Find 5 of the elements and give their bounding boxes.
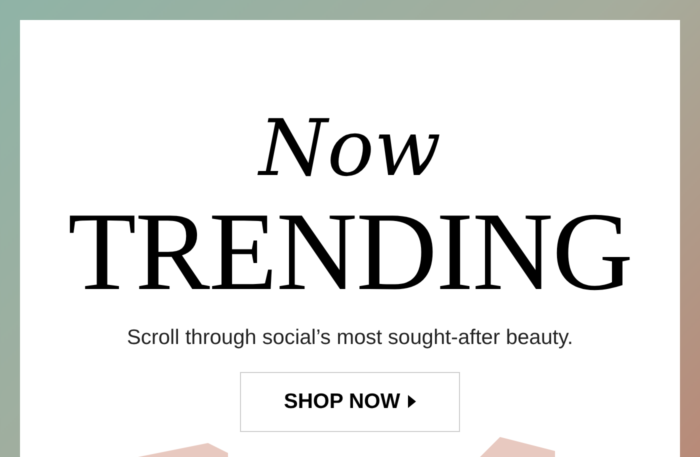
caret-icon	[408, 395, 416, 408]
script-headline: Now	[259, 110, 441, 188]
subtitle: Scroll through social’s most sought-after beauty.	[126, 325, 574, 351]
headline: TRENDING	[68, 196, 632, 308]
shop-now-button[interactable]: SHOP NOW	[240, 372, 460, 432]
